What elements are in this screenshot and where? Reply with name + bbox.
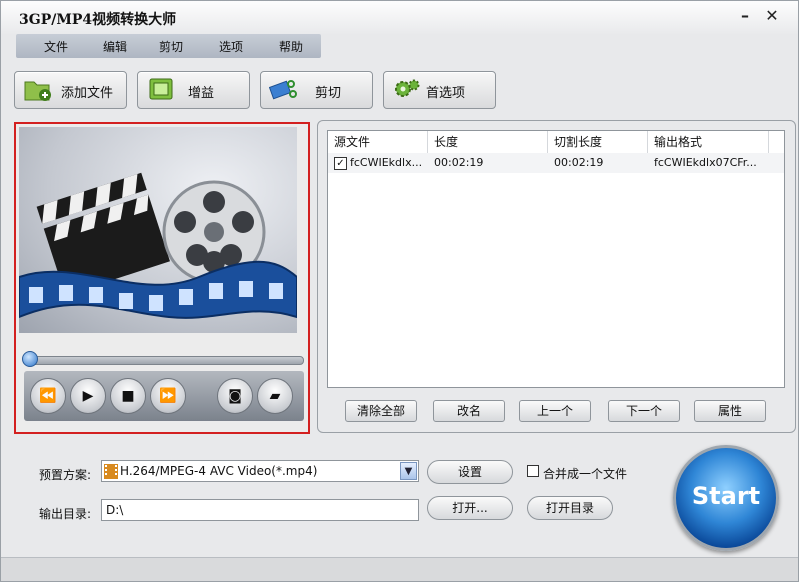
cell-length: 00:02:19 bbox=[434, 156, 484, 169]
row-checkbox[interactable]: ✓ bbox=[334, 157, 347, 170]
close-button[interactable]: ✕ bbox=[761, 5, 783, 27]
column-cut-length[interactable]: 切割长度 bbox=[548, 131, 648, 153]
merge-label: 合并成一个文件 bbox=[543, 467, 628, 481]
preview-panel: ⏪ ▶ ■ ⏩ ◙ ▰ bbox=[14, 122, 310, 434]
play-button[interactable]: ▶ bbox=[70, 378, 106, 414]
folder-add-icon bbox=[24, 81, 51, 101]
preferences-button[interactable]: 首选项 bbox=[383, 71, 496, 109]
output-dir-value: D:\ bbox=[106, 503, 124, 517]
menu-bar: 文件 编辑 剪切 选项 帮助 bbox=[16, 34, 321, 58]
column-length[interactable]: 长度 bbox=[428, 131, 548, 153]
gain-icon bbox=[149, 78, 173, 100]
menu-edit[interactable]: 编辑 bbox=[103, 38, 127, 55]
start-button[interactable]: Start bbox=[673, 445, 779, 551]
folder-icon: ▰ bbox=[269, 388, 281, 404]
file-list-panel: 源文件 长度 切割长度 输出格式 ✓ fcCWIEkdlx... 00:02:1… bbox=[317, 120, 796, 433]
cell-cut-length: 00:02:19 bbox=[554, 156, 604, 169]
seek-slider-thumb[interactable] bbox=[22, 351, 38, 367]
gain-button[interactable]: 增益 bbox=[137, 71, 250, 109]
cell-source: fcCWIEkdlx... bbox=[350, 156, 423, 169]
table-row[interactable]: ✓ fcCWIEkdlx... 00:02:19 00:02:19 fcCWIE… bbox=[328, 153, 784, 173]
status-bar bbox=[1, 557, 798, 581]
menu-cut[interactable]: 剪切 bbox=[159, 38, 183, 55]
scissors-film-icon bbox=[269, 80, 297, 100]
fast-forward-button[interactable]: ⏩ bbox=[150, 378, 186, 414]
output-dir-label: 输出目录: bbox=[39, 507, 92, 521]
cut-label: 剪切 bbox=[315, 86, 342, 101]
start-label: Start bbox=[691, 482, 761, 510]
window-title: 3GP/MP4视频转换大师 bbox=[19, 12, 177, 28]
menu-file[interactable]: 文件 bbox=[44, 38, 68, 55]
add-file-label: 添加文件 bbox=[61, 86, 114, 101]
column-source[interactable]: 源文件 bbox=[328, 131, 428, 153]
preset-select[interactable]: H.264/MPEG-4 AVC Video(*.mp4) ▼ bbox=[101, 460, 419, 482]
snapshot-button[interactable]: ◙ bbox=[217, 378, 253, 414]
film-icon bbox=[104, 464, 118, 479]
preset-value: H.264/MPEG-4 AVC Video(*.mp4) bbox=[120, 464, 318, 478]
stop-button[interactable]: ■ bbox=[110, 378, 146, 414]
gain-label: 增益 bbox=[188, 86, 215, 101]
open-folder-button[interactable]: ▰ bbox=[257, 378, 293, 414]
playback-controls: ⏪ ▶ ■ ⏩ ◙ ▰ bbox=[24, 371, 304, 421]
previous-button[interactable]: 上一个 bbox=[519, 400, 591, 422]
play-icon: ▶ bbox=[82, 388, 94, 404]
open-button[interactable]: 打开... bbox=[427, 496, 513, 520]
menu-options[interactable]: 选项 bbox=[219, 38, 243, 55]
cut-button[interactable]: 剪切 bbox=[260, 71, 373, 109]
gears-icon bbox=[395, 79, 420, 97]
setup-button[interactable]: 设置 bbox=[427, 460, 513, 484]
file-table: 源文件 长度 切割长度 输出格式 ✓ fcCWIEkdlx... 00:02:1… bbox=[327, 130, 785, 388]
video-preview bbox=[19, 127, 297, 333]
preset-label: 预置方案: bbox=[39, 468, 92, 482]
stop-icon: ■ bbox=[121, 388, 135, 404]
rewind-button[interactable]: ⏪ bbox=[30, 378, 66, 414]
app-window: 3GP/MP4视频转换大师 – ✕ 文件 编辑 剪切 选项 帮助 添加文件 增益… bbox=[0, 0, 799, 582]
next-button[interactable]: 下一个 bbox=[608, 400, 680, 422]
preferences-label: 首选项 bbox=[426, 86, 466, 101]
open-directory-button[interactable]: 打开目录 bbox=[527, 496, 613, 520]
movie-clapper-image bbox=[19, 172, 297, 319]
clear-all-button[interactable]: 清除全部 bbox=[345, 400, 417, 422]
menu-help[interactable]: 帮助 bbox=[279, 38, 303, 55]
properties-button[interactable]: 属性 bbox=[694, 400, 766, 422]
chevron-down-icon[interactable]: ▼ bbox=[400, 462, 417, 480]
camera-icon: ◙ bbox=[228, 388, 242, 404]
add-file-button[interactable]: 添加文件 bbox=[14, 71, 127, 109]
rewind-icon: ⏪ bbox=[39, 388, 57, 404]
title-bar: 3GP/MP4视频转换大师 – ✕ bbox=[1, 1, 798, 34]
minimize-button[interactable]: – bbox=[734, 5, 756, 27]
column-output[interactable]: 输出格式 bbox=[648, 131, 769, 153]
merge-checkbox[interactable] bbox=[527, 465, 539, 477]
output-dir-input[interactable]: D:\ bbox=[101, 499, 419, 521]
fast-forward-icon: ⏩ bbox=[159, 388, 177, 404]
cell-output: fcCWIEkdlx07CFr... bbox=[654, 156, 757, 169]
rename-button[interactable]: 改名 bbox=[433, 400, 505, 422]
seek-slider[interactable] bbox=[24, 356, 304, 365]
